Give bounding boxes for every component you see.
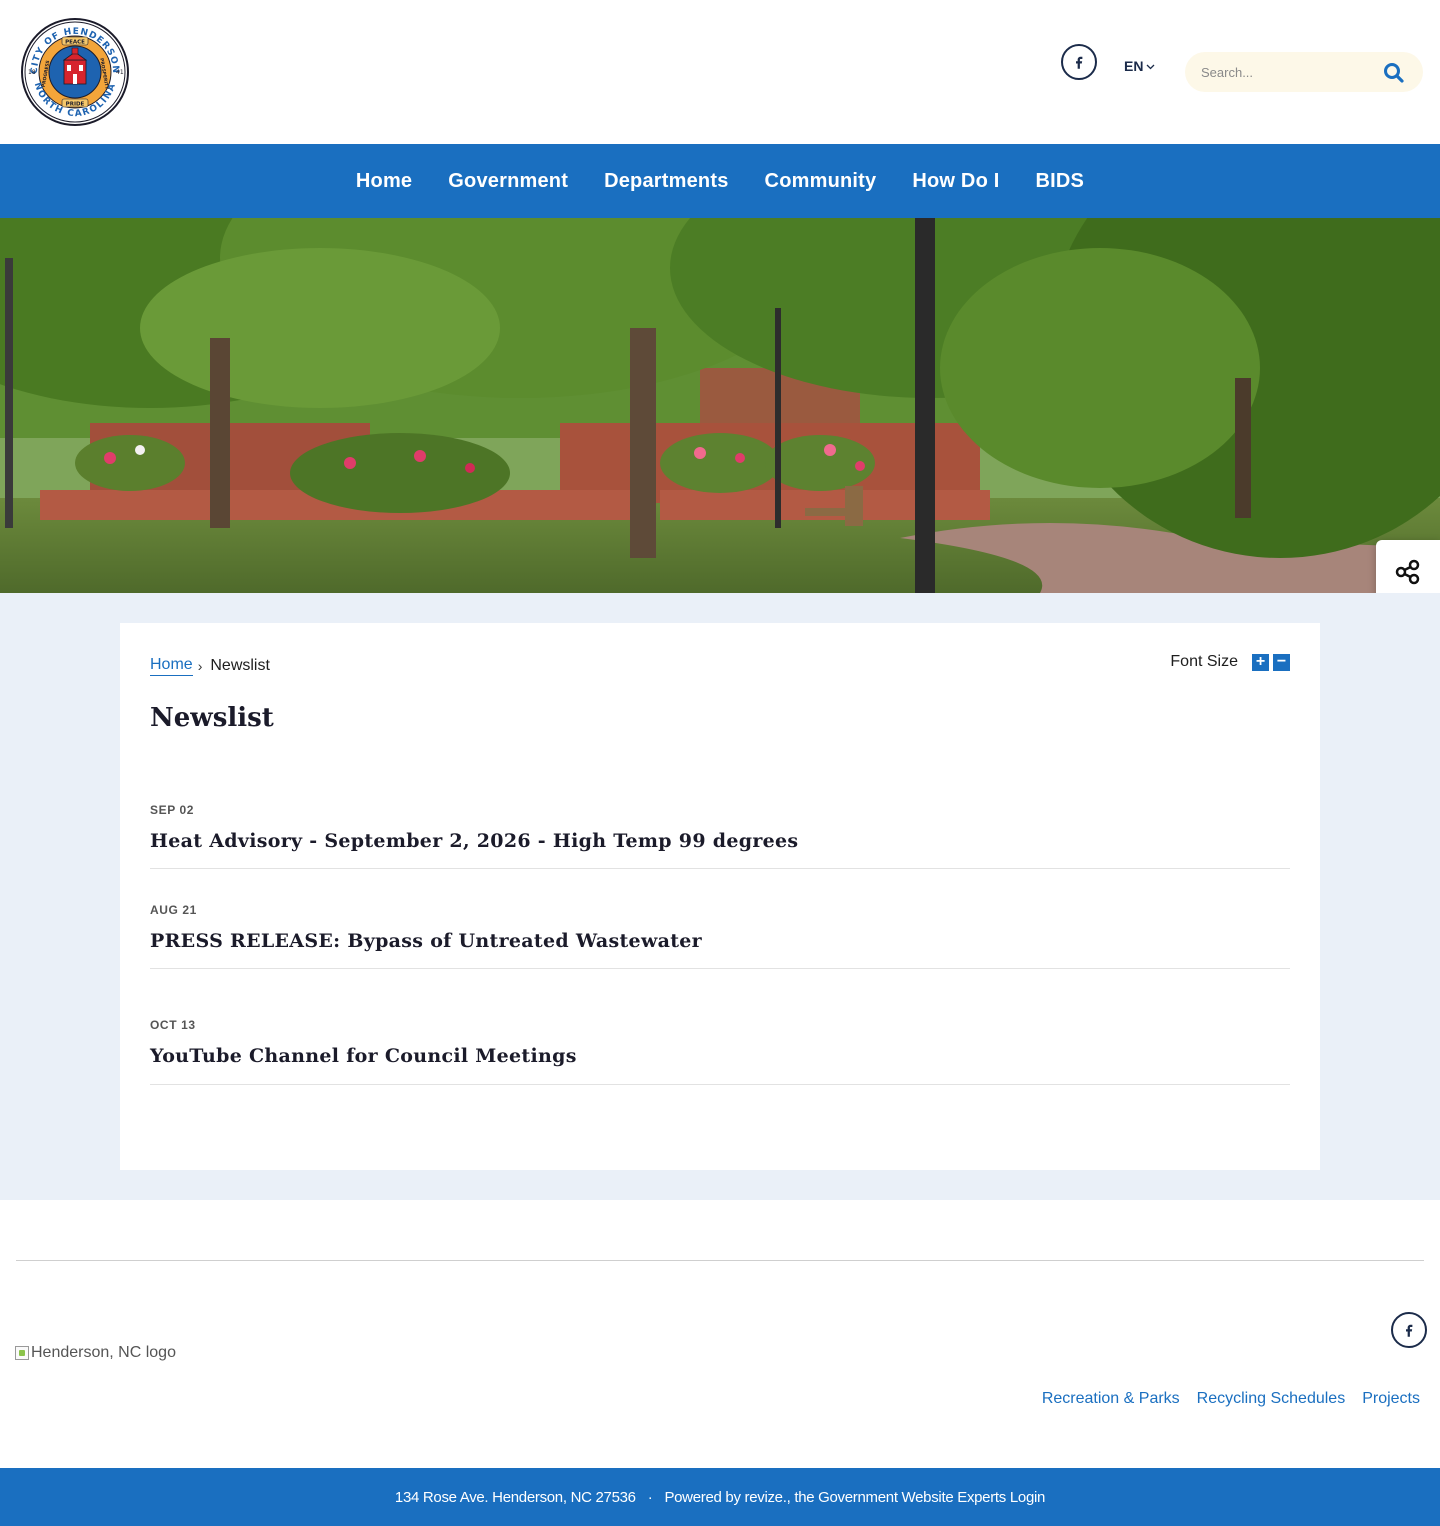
news-title-link[interactable]: Heat Advisory - September 2, 2026 - High…	[150, 830, 1290, 852]
footer-divider	[16, 1260, 1424, 1261]
news-title-link[interactable]: YouTube Channel for Council Meetings	[150, 1045, 1290, 1067]
svg-text:PEACE: PEACE	[65, 40, 85, 46]
site-header: CITY OF HENDERSON NORTH CAROLINA PEACE P…	[0, 0, 1440, 144]
news-date: SEP 02	[150, 803, 195, 817]
svg-text:41: 41	[116, 69, 124, 76]
login-link[interactable]: Login	[1010, 1489, 1046, 1506]
news-date: OCT 13	[150, 1018, 196, 1032]
footer-link-projects[interactable]: Projects	[1362, 1390, 1420, 1408]
footer-link-recycling-schedules[interactable]: Recycling Schedules	[1197, 1390, 1346, 1408]
search-input[interactable]	[1199, 62, 1369, 82]
main-navigation: Home Government Departments Community Ho…	[0, 144, 1440, 218]
city-seal-logo[interactable]: CITY OF HENDERSON NORTH CAROLINA PEACE P…	[20, 17, 130, 127]
search-icon[interactable]	[1383, 62, 1405, 84]
footer-link-recreation-parks[interactable]: Recreation & Parks	[1042, 1390, 1180, 1408]
powered-by-link[interactable]: Powered by revize., the Government Websi…	[664, 1489, 1006, 1506]
search-box	[1185, 52, 1423, 92]
content-card: Home › Newslist Font Size + − Newslist S…	[120, 623, 1320, 1170]
news-item: OCT 13 YouTube Channel for Council Meeti…	[150, 1018, 1290, 1085]
footer-logo[interactable]: Henderson, NC logo	[15, 1344, 176, 1362]
bottom-bar: 134 Rose Ave. Henderson, NC 27536 · Powe…	[0, 1468, 1440, 1526]
facebook-link-footer[interactable]	[1391, 1312, 1427, 1348]
nav-item-community[interactable]: Community	[765, 170, 877, 193]
news-date: AUG 21	[150, 903, 197, 917]
share-icon	[1395, 559, 1420, 585]
svg-text:PRIDE: PRIDE	[66, 102, 85, 108]
footer-address: 134 Rose Ave. Henderson, NC 27536	[394, 1488, 636, 1506]
chevron-down-icon	[1146, 62, 1155, 72]
breadcrumb-separator: ›	[197, 658, 203, 674]
nav-item-bids[interactable]: BIDS	[1036, 170, 1085, 193]
news-item: SEP 02 Heat Advisory - September 2, 2026…	[150, 803, 1290, 869]
news-title-link[interactable]: PRESS RELEASE: Bypass of Untreated Waste…	[150, 930, 1290, 952]
footer-dot-separator: ·	[647, 1488, 653, 1506]
page-title: Newslist	[150, 703, 274, 733]
footer-logo-alt-text: Henderson, NC logo	[31, 1344, 176, 1361]
facebook-icon	[1076, 56, 1083, 69]
footer-links: Recreation & Parks Recycling Schedules P…	[1042, 1390, 1420, 1408]
font-increase-button[interactable]: +	[1252, 653, 1269, 671]
hero-banner-image	[0, 218, 1440, 593]
news-item: AUG 21 PRESS RELEASE: Bypass of Untreate…	[150, 903, 1290, 969]
nav-item-how-do-i[interactable]: How Do I	[912, 170, 999, 193]
language-selector[interactable]: EN	[1124, 58, 1155, 74]
facebook-icon	[1406, 1324, 1413, 1337]
svg-text:18: 18	[28, 69, 36, 76]
breadcrumb-home-link[interactable]: Home	[150, 656, 193, 676]
nav-item-home[interactable]: Home	[356, 170, 412, 193]
broken-image-icon	[15, 1346, 29, 1360]
nav-item-government[interactable]: Government	[448, 170, 568, 193]
language-label: EN	[1124, 58, 1144, 74]
breadcrumb-current: Newslist	[210, 657, 270, 674]
font-size-control: Font Size + −	[1170, 653, 1290, 671]
font-decrease-button[interactable]: −	[1273, 653, 1290, 671]
facebook-link-header[interactable]	[1061, 44, 1097, 80]
nav-item-departments[interactable]: Departments	[604, 170, 728, 193]
font-size-label: Font Size	[1170, 653, 1238, 670]
breadcrumb: Home › Newslist	[150, 656, 270, 676]
